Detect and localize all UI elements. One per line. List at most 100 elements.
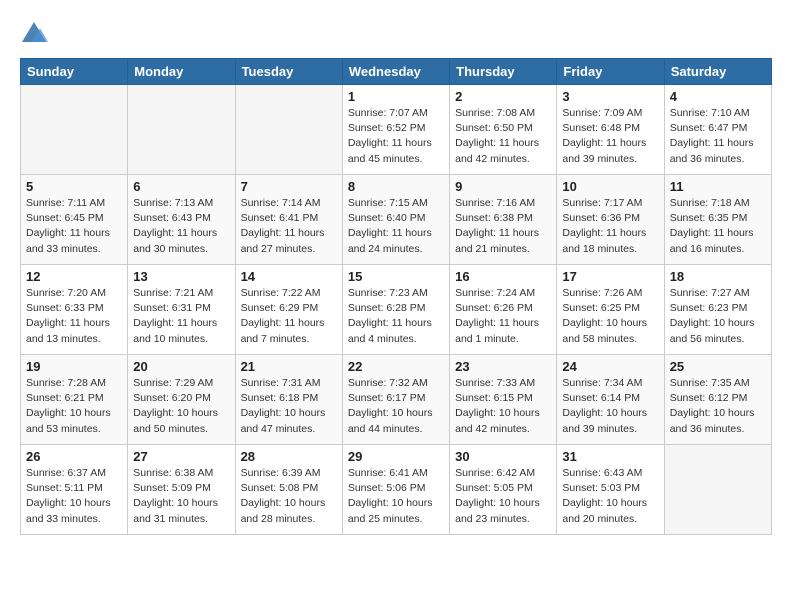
day-info: Sunrise: 7:17 AM Sunset: 6:36 PM Dayligh… [562, 196, 658, 257]
day-number: 3 [562, 89, 658, 104]
day-info: Sunrise: 7:35 AM Sunset: 6:12 PM Dayligh… [670, 376, 766, 437]
day-number: 9 [455, 179, 551, 194]
day-number: 12 [26, 269, 122, 284]
calendar-cell: 31 Sunrise: 6:43 AM Sunset: 5:03 PM Dayli… [557, 445, 664, 535]
day-number: 27 [133, 449, 229, 464]
day-number: 11 [670, 179, 766, 194]
day-info: Sunrise: 6:38 AM Sunset: 5:09 PM Dayligh… [133, 466, 229, 527]
day-info: Sunrise: 7:32 AM Sunset: 6:17 PM Dayligh… [348, 376, 444, 437]
header-row: SundayMondayTuesdayWednesdayThursdayFrid… [21, 59, 772, 85]
day-number: 5 [26, 179, 122, 194]
day-info: Sunrise: 7:21 AM Sunset: 6:31 PM Dayligh… [133, 286, 229, 347]
day-info: Sunrise: 7:07 AM Sunset: 6:52 PM Dayligh… [348, 106, 444, 167]
day-number: 21 [241, 359, 337, 374]
calendar-cell [235, 85, 342, 175]
day-number: 17 [562, 269, 658, 284]
calendar-cell: 27 Sunrise: 6:38 AM Sunset: 5:09 PM Dayli… [128, 445, 235, 535]
day-info: Sunrise: 6:39 AM Sunset: 5:08 PM Dayligh… [241, 466, 337, 527]
day-info: Sunrise: 7:16 AM Sunset: 6:38 PM Dayligh… [455, 196, 551, 257]
day-number: 7 [241, 179, 337, 194]
day-number: 29 [348, 449, 444, 464]
day-info: Sunrise: 7:13 AM Sunset: 6:43 PM Dayligh… [133, 196, 229, 257]
calendar-cell: 6 Sunrise: 7:13 AM Sunset: 6:43 PM Daylig… [128, 175, 235, 265]
calendar-cell: 16Sunrise: 7:24 AM Sunset: 6:26 PM Dayli… [450, 265, 557, 355]
calendar-cell: 8Sunrise: 7:15 AM Sunset: 6:40 PM Daylig… [342, 175, 449, 265]
column-header-wednesday: Wednesday [342, 59, 449, 85]
calendar-cell: 15 Sunrise: 7:23 AM Sunset: 6:28 PM Dayli… [342, 265, 449, 355]
calendar-cell: 4Sunrise: 7:10 AM Sunset: 6:47 PM Daylig… [664, 85, 771, 175]
day-number: 2 [455, 89, 551, 104]
column-header-saturday: Saturday [664, 59, 771, 85]
calendar-cell: 24 Sunrise: 7:34 AM Sunset: 6:14 PM Dayli… [557, 355, 664, 445]
day-number: 25 [670, 359, 766, 374]
calendar-cell: 18 Sunrise: 7:27 AM Sunset: 6:23 PM Dayli… [664, 265, 771, 355]
day-number: 24 [562, 359, 658, 374]
calendar-cell: 28 Sunrise: 6:39 AM Sunset: 5:08 PM Dayli… [235, 445, 342, 535]
calendar-cell: 19Sunrise: 7:28 AM Sunset: 6:21 PM Dayli… [21, 355, 128, 445]
day-number: 15 [348, 269, 444, 284]
calendar-cell: 29 Sunrise: 6:41 AM Sunset: 5:06 PM Dayli… [342, 445, 449, 535]
day-info: Sunrise: 7:29 AM Sunset: 6:20 PM Dayligh… [133, 376, 229, 437]
day-info: Sunrise: 6:43 AM Sunset: 5:03 PM Dayligh… [562, 466, 658, 527]
calendar-cell: 13 Sunrise: 7:21 AM Sunset: 6:31 PM Dayli… [128, 265, 235, 355]
day-info: Sunrise: 7:23 AM Sunset: 6:28 PM Dayligh… [348, 286, 444, 347]
calendar-cell: 1 Sunrise: 7:07 AM Sunset: 6:52 PM Daylig… [342, 85, 449, 175]
day-info: Sunrise: 7:14 AM Sunset: 6:41 PM Dayligh… [241, 196, 337, 257]
calendar-cell: 5Sunrise: 7:11 AM Sunset: 6:45 PM Daylig… [21, 175, 128, 265]
calendar-cell: 2 Sunrise: 7:08 AM Sunset: 6:50 PM Daylig… [450, 85, 557, 175]
week-row-3: 12 Sunrise: 7:20 AM Sunset: 6:33 PM Dayli… [21, 265, 772, 355]
week-row-1: 1 Sunrise: 7:07 AM Sunset: 6:52 PM Daylig… [21, 85, 772, 175]
logo-icon [20, 20, 48, 48]
day-info: Sunrise: 7:34 AM Sunset: 6:14 PM Dayligh… [562, 376, 658, 437]
day-number: 23 [455, 359, 551, 374]
day-number: 28 [241, 449, 337, 464]
calendar-cell: 7 Sunrise: 7:14 AM Sunset: 6:41 PM Daylig… [235, 175, 342, 265]
day-info: Sunrise: 7:22 AM Sunset: 6:29 PM Dayligh… [241, 286, 337, 347]
calendar-cell: 17Sunrise: 7:26 AM Sunset: 6:25 PM Dayli… [557, 265, 664, 355]
day-info: Sunrise: 7:33 AM Sunset: 6:15 PM Dayligh… [455, 376, 551, 437]
calendar-cell: 25 Sunrise: 7:35 AM Sunset: 6:12 PM Dayli… [664, 355, 771, 445]
day-number: 16 [455, 269, 551, 284]
calendar-cell: 30 Sunrise: 6:42 AM Sunset: 5:05 PM Dayli… [450, 445, 557, 535]
day-number: 14 [241, 269, 337, 284]
calendar-cell [21, 85, 128, 175]
day-number: 6 [133, 179, 229, 194]
header [20, 20, 772, 48]
day-info: Sunrise: 6:42 AM Sunset: 5:05 PM Dayligh… [455, 466, 551, 527]
day-info: Sunrise: 7:31 AM Sunset: 6:18 PM Dayligh… [241, 376, 337, 437]
calendar-table: SundayMondayTuesdayWednesdayThursdayFrid… [20, 58, 772, 535]
day-number: 13 [133, 269, 229, 284]
day-info: Sunrise: 7:27 AM Sunset: 6:23 PM Dayligh… [670, 286, 766, 347]
day-number: 22 [348, 359, 444, 374]
week-row-4: 19Sunrise: 7:28 AM Sunset: 6:21 PM Dayli… [21, 355, 772, 445]
day-number: 30 [455, 449, 551, 464]
day-info: Sunrise: 7:20 AM Sunset: 6:33 PM Dayligh… [26, 286, 122, 347]
day-number: 26 [26, 449, 122, 464]
day-info: Sunrise: 7:15 AM Sunset: 6:40 PM Dayligh… [348, 196, 444, 257]
day-info: Sunrise: 7:18 AM Sunset: 6:35 PM Dayligh… [670, 196, 766, 257]
day-number: 4 [670, 89, 766, 104]
week-row-5: 26Sunrise: 6:37 AM Sunset: 5:11 PM Dayli… [21, 445, 772, 535]
day-info: Sunrise: 7:28 AM Sunset: 6:21 PM Dayligh… [26, 376, 122, 437]
day-number: 20 [133, 359, 229, 374]
calendar-cell [664, 445, 771, 535]
calendar-cell: 10 Sunrise: 7:17 AM Sunset: 6:36 PM Dayli… [557, 175, 664, 265]
day-number: 31 [562, 449, 658, 464]
day-number: 1 [348, 89, 444, 104]
day-info: Sunrise: 6:41 AM Sunset: 5:06 PM Dayligh… [348, 466, 444, 527]
day-info: Sunrise: 7:09 AM Sunset: 6:48 PM Dayligh… [562, 106, 658, 167]
column-header-sunday: Sunday [21, 59, 128, 85]
calendar-cell: 11 Sunrise: 7:18 AM Sunset: 6:35 PM Dayli… [664, 175, 771, 265]
calendar-cell: 14 Sunrise: 7:22 AM Sunset: 6:29 PM Dayli… [235, 265, 342, 355]
calendar-cell: 9 Sunrise: 7:16 AM Sunset: 6:38 PM Daylig… [450, 175, 557, 265]
calendar-cell: 12 Sunrise: 7:20 AM Sunset: 6:33 PM Dayli… [21, 265, 128, 355]
calendar-cell: 20 Sunrise: 7:29 AM Sunset: 6:20 PM Dayli… [128, 355, 235, 445]
logo [20, 20, 52, 48]
week-row-2: 5Sunrise: 7:11 AM Sunset: 6:45 PM Daylig… [21, 175, 772, 265]
column-header-tuesday: Tuesday [235, 59, 342, 85]
calendar-cell: 21 Sunrise: 7:31 AM Sunset: 6:18 PM Dayli… [235, 355, 342, 445]
day-number: 18 [670, 269, 766, 284]
day-info: Sunrise: 7:08 AM Sunset: 6:50 PM Dayligh… [455, 106, 551, 167]
day-number: 10 [562, 179, 658, 194]
calendar-cell: 22 Sunrise: 7:32 AM Sunset: 6:17 PM Dayli… [342, 355, 449, 445]
